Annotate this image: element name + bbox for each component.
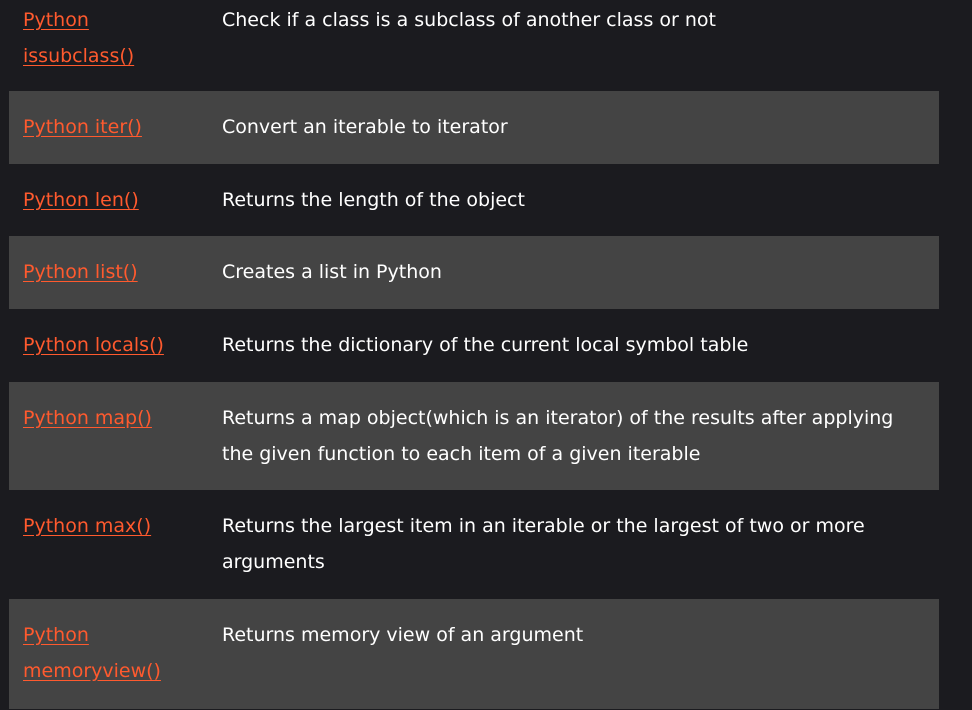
- function-cell: Python locals(): [9, 327, 222, 382]
- function-link-iter[interactable]: Python iter(): [23, 116, 142, 138]
- description-cell: Returns the largest item in an iterable …: [222, 515, 865, 573]
- table-row: Python issubclass() Check if a class is …: [9, 0, 939, 91]
- function-cell: Python map(): [9, 400, 222, 490]
- function-link-len[interactable]: Python len(): [23, 189, 139, 211]
- table-row: Python memoryview() Returns memory view …: [9, 599, 939, 709]
- function-cell: Python issubclass(): [9, 2, 222, 91]
- table-row: Python iter() Convert an iterable to ite…: [9, 91, 939, 164]
- builtin-functions-table: Python issubclass() Check if a class is …: [9, 0, 939, 709]
- table-row: Python len() Returns the length of the o…: [9, 164, 939, 236]
- description-cell: Returns the dictionary of the current lo…: [222, 334, 749, 356]
- function-cell: Python iter(): [9, 109, 222, 164]
- description-cell: Check if a class is a subclass of anothe…: [222, 9, 716, 31]
- function-link-map[interactable]: Python map(): [23, 407, 152, 429]
- description-cell: Returns the length of the object: [222, 189, 525, 211]
- function-cell: Python list(): [9, 254, 222, 309]
- function-cell: Python memoryview(): [9, 617, 222, 709]
- table-row: Python map() Returns a map object(which …: [9, 382, 939, 490]
- function-link-memoryview[interactable]: Python memoryview(): [23, 617, 163, 689]
- table-row: Python list() Creates a list in Python: [9, 236, 939, 309]
- function-link-locals[interactable]: Python locals(): [23, 334, 164, 356]
- description-cell: Returns a map object(which is an iterato…: [222, 407, 894, 465]
- description-cell: Convert an iterable to iterator: [222, 116, 508, 138]
- function-cell: Python len(): [9, 182, 222, 236]
- function-link-issubclass[interactable]: Python issubclass(): [23, 2, 163, 74]
- table-row: Python max() Returns the largest item in…: [9, 490, 939, 599]
- function-cell: Python max(): [9, 508, 222, 599]
- function-link-max[interactable]: Python max(): [23, 515, 151, 537]
- description-cell: Creates a list in Python: [222, 261, 442, 283]
- function-link-list[interactable]: Python list(): [23, 261, 138, 283]
- table-row: Python locals() Returns the dictionary o…: [9, 309, 939, 382]
- description-cell: Returns memory view of an argument: [222, 624, 584, 646]
